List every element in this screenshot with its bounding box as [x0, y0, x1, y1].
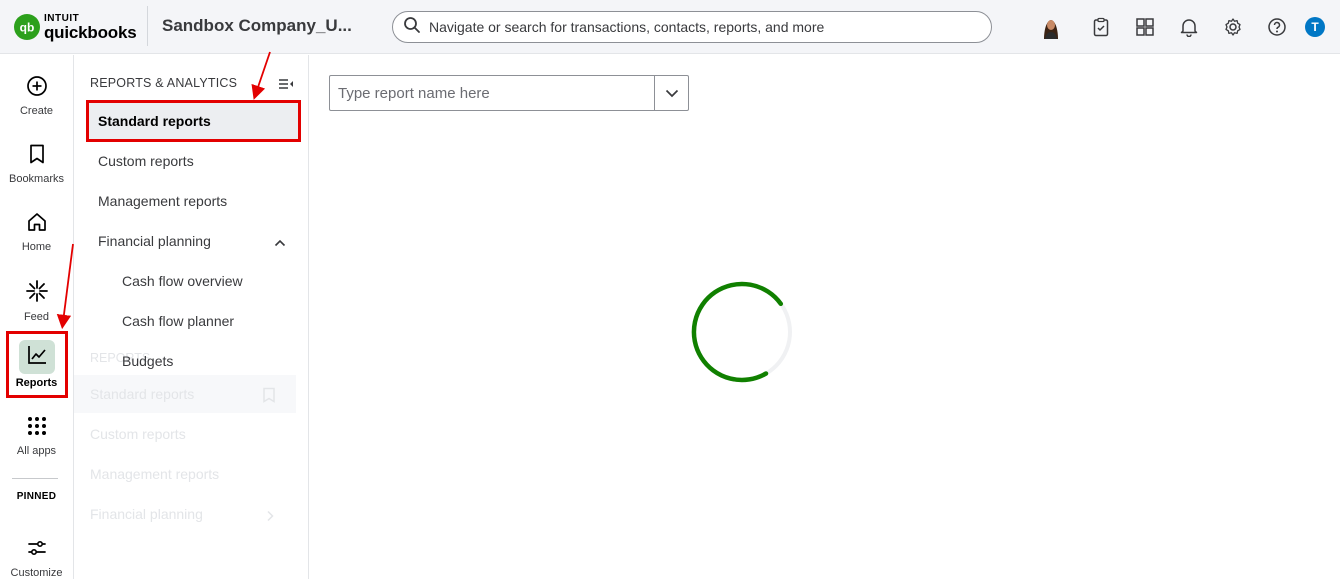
company-name[interactable]: Sandbox Company_U... — [162, 16, 352, 36]
ghost-item-standard-reports: Standard reports — [90, 386, 195, 402]
ghost-chevron-right-icon — [265, 509, 275, 527]
rail-item-bookmarks[interactable]: Bookmarks — [0, 143, 73, 185]
ghost-item-management-reports: Management reports — [90, 466, 220, 482]
panel-title: REPORTS & ANALYTICS — [90, 76, 238, 90]
collapse-panel-icon[interactable] — [278, 77, 294, 95]
pinned-section-label: PINNED — [16, 491, 57, 502]
nav-cash-flow-planner[interactable]: Cash flow planner — [122, 313, 234, 329]
settings-gear-icon[interactable] — [1220, 14, 1246, 40]
report-search-combobox[interactable]: Type report name here — [329, 75, 689, 111]
user-initial-badge[interactable]: T — [1302, 14, 1328, 40]
help-icon[interactable] — [1264, 14, 1290, 40]
plus-circle-icon — [26, 75, 48, 102]
rail-item-customize[interactable]: Customize — [0, 537, 73, 579]
user-avatar-photo[interactable] — [1038, 14, 1064, 40]
brand-intuit: INTUIT — [44, 12, 80, 24]
qb-logo-icon: qb — [14, 14, 40, 40]
grid-dots-icon — [26, 415, 48, 442]
brand-quickbooks: quickbooks — [44, 22, 137, 42]
ghost-bookmark-icon — [262, 387, 276, 408]
loading-spinner — [689, 279, 795, 390]
sliders-icon — [26, 537, 48, 564]
nav-budgets[interactable]: Budgets — [122, 353, 173, 369]
annotation-box-reports — [6, 331, 68, 398]
feed-sparkle-icon — [25, 279, 49, 308]
chevron-down-icon[interactable] — [655, 76, 689, 110]
left-nav-rail: Create Bookmarks Home Feed Reports All a… — [0, 55, 74, 579]
rail-item-home[interactable]: Home — [0, 211, 73, 253]
rail-label-all-apps: All apps — [16, 445, 57, 457]
rail-label-bookmarks: Bookmarks — [8, 173, 65, 185]
search-placeholder: Navigate or search for transactions, con… — [429, 19, 825, 35]
svg-text:qb: qb — [20, 21, 35, 35]
rail-divider — [12, 478, 58, 479]
chevron-up-icon[interactable] — [274, 235, 286, 253]
rail-label-feed: Feed — [23, 311, 50, 323]
header-divider — [147, 6, 148, 46]
nav-financial-planning[interactable]: Financial planning — [98, 233, 211, 249]
bookmark-icon — [26, 143, 48, 170]
nav-cash-flow-overview[interactable]: Cash flow overview — [122, 273, 243, 289]
rail-label-create: Create — [19, 105, 54, 117]
nav-custom-reports[interactable]: Custom reports — [98, 153, 194, 169]
nav-management-reports[interactable]: Management reports — [98, 193, 227, 209]
quickbooks-logo[interactable]: qb INTUIT quickbooks — [14, 11, 137, 43]
ghost-item-custom-reports: Custom reports — [90, 426, 186, 442]
apps-switcher-icon[interactable] — [1132, 14, 1158, 40]
search-icon — [403, 16, 421, 39]
rail-item-all-apps[interactable]: All apps — [0, 415, 73, 457]
rail-label-customize: Customize — [10, 567, 63, 579]
rail-item-create[interactable]: Create — [0, 75, 73, 117]
report-search-input[interactable]: Type report name here — [330, 76, 654, 110]
rail-item-feed[interactable]: Feed — [0, 279, 73, 323]
annotation-box-standard-reports — [86, 100, 301, 142]
tasks-clipboard-icon[interactable] — [1088, 14, 1114, 40]
top-header: qb INTUIT quickbooks Sandbox Company_U..… — [0, 0, 1340, 54]
notifications-bell-icon[interactable] — [1176, 14, 1202, 40]
global-search-input[interactable]: Navigate or search for transactions, con… — [392, 11, 992, 43]
ghost-item-financial-planning: Financial planning — [90, 506, 203, 522]
home-icon — [26, 211, 48, 238]
rail-label-home: Home — [21, 241, 52, 253]
